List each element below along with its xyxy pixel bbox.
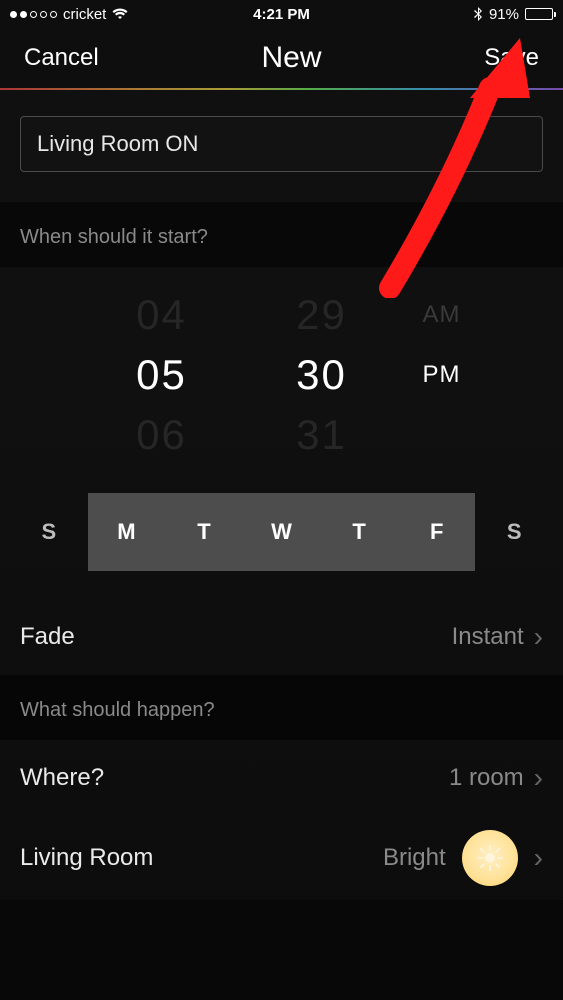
ampm-prev: AM [402,285,482,345]
minute-prev: 29 [242,285,402,345]
clock-label: 4:21 PM [191,6,372,23]
day-toggle[interactable]: T [320,493,398,571]
nav-bar: Cancel New Save [0,28,563,88]
bluetooth-icon [474,7,483,22]
where-row[interactable]: Where? 1 room › [0,740,563,816]
hour-prev: 04 [82,285,242,345]
ampm-selected: PM [402,345,482,405]
sun-icon [462,830,518,886]
chevron-right-icon: › [534,844,543,872]
hour-selected: 05 [82,345,242,405]
section-header-what: What should happen? [0,675,563,740]
status-bar: cricket 4:21 PM 91% [0,0,563,28]
day-toggle[interactable]: W [243,493,321,571]
divider-rainbow [0,88,563,90]
minute-next: 31 [242,405,402,465]
save-button[interactable]: Save [484,44,539,72]
fade-row[interactable]: Fade Instant › [0,599,563,675]
fade-label: Fade [20,623,75,651]
minute-wheel[interactable]: 29 30 31 [242,285,402,465]
time-picker-block: 04 05 06 29 30 31 AM PM . SMTWTFS [0,267,563,599]
routine-name-input[interactable]: Living Room ON [20,116,543,172]
day-toggle[interactable]: M [88,493,166,571]
day-toggle[interactable]: T [165,493,243,571]
where-value: 1 room [449,764,524,792]
scene-name: Bright [383,844,446,872]
chevron-right-icon: › [534,623,543,651]
section-header-when: When should it start? [0,202,563,267]
room-name: Living Room [20,844,153,872]
day-toggle[interactable]: S [10,493,88,571]
minute-selected: 30 [242,345,402,405]
hour-next: 06 [82,405,242,465]
battery-percent-label: 91% [489,6,519,23]
ampm-wheel[interactable]: AM PM . [402,285,482,465]
day-toggle[interactable]: S [475,493,553,571]
fade-value: Instant [452,623,524,651]
cancel-button[interactable]: Cancel [24,44,99,72]
carrier-label: cricket [63,6,106,23]
day-picker: SMTWTFS [0,465,563,589]
hour-wheel[interactable]: 04 05 06 [82,285,242,465]
chevron-right-icon: › [534,764,543,792]
name-section: Living Room ON [0,90,563,202]
room-row[interactable]: Living Room Bright › [0,816,563,900]
page-title: New [262,41,322,75]
battery-icon [525,8,553,20]
time-picker[interactable]: 04 05 06 29 30 31 AM PM . [0,285,563,465]
signal-strength-icon [10,11,57,18]
where-label: Where? [20,764,104,792]
wifi-icon [112,8,128,20]
day-toggle[interactable]: F [398,493,476,571]
